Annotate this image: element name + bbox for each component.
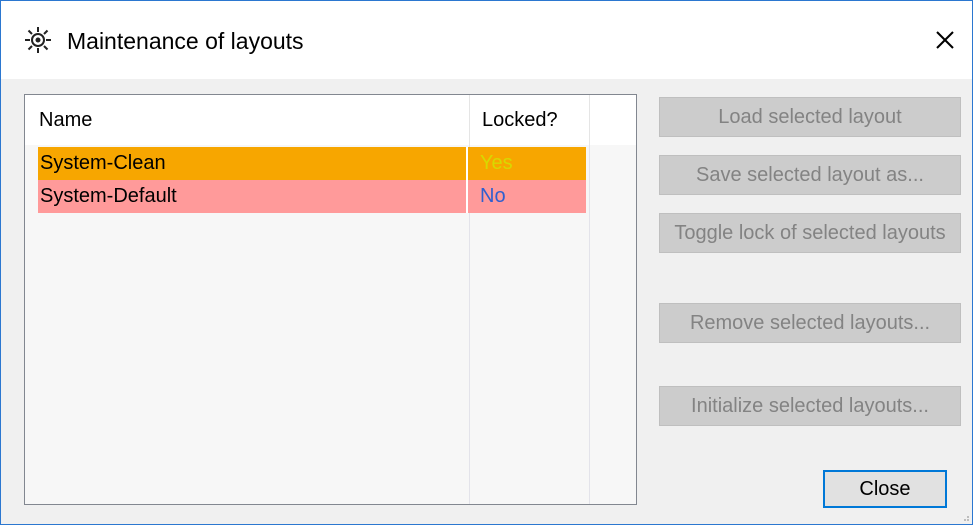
title-bar: Maintenance of layouts	[1, 1, 972, 79]
column-header-name[interactable]: Name	[25, 95, 470, 145]
close-icon[interactable]	[928, 23, 962, 57]
layout-name-cell: System-Clean	[40, 152, 166, 174]
column-divider	[589, 145, 590, 504]
table-row[interactable]: System-Default No	[38, 180, 586, 213]
layouts-list[interactable]: Name Locked? System-Clean Yes System-Def…	[24, 94, 637, 505]
layout-locked-cell: No	[480, 185, 506, 207]
toggle-lock-button[interactable]: Toggle lock of selected layouts	[659, 213, 961, 253]
initialize-layouts-button[interactable]: Initialize selected layouts...	[659, 386, 961, 426]
remove-layouts-button[interactable]: Remove selected layouts...	[659, 303, 961, 343]
column-header-filler	[590, 95, 636, 145]
resize-grip-icon[interactable]	[960, 512, 970, 522]
close-button[interactable]: Close	[823, 470, 947, 508]
layouts-dialog: Maintenance of layouts Name Locked? Syst…	[0, 0, 973, 525]
column-header-locked[interactable]: Locked?	[470, 95, 590, 145]
load-layout-button[interactable]: Load selected layout	[659, 97, 961, 137]
table-row[interactable]: System-Clean Yes	[38, 147, 586, 180]
layout-locked-cell: Yes	[480, 152, 513, 174]
dialog-title: Maintenance of layouts	[67, 28, 304, 54]
layout-name-cell: System-Default	[40, 185, 177, 207]
gear-icon	[25, 27, 51, 53]
save-layout-as-button[interactable]: Save selected layout as...	[659, 155, 961, 195]
